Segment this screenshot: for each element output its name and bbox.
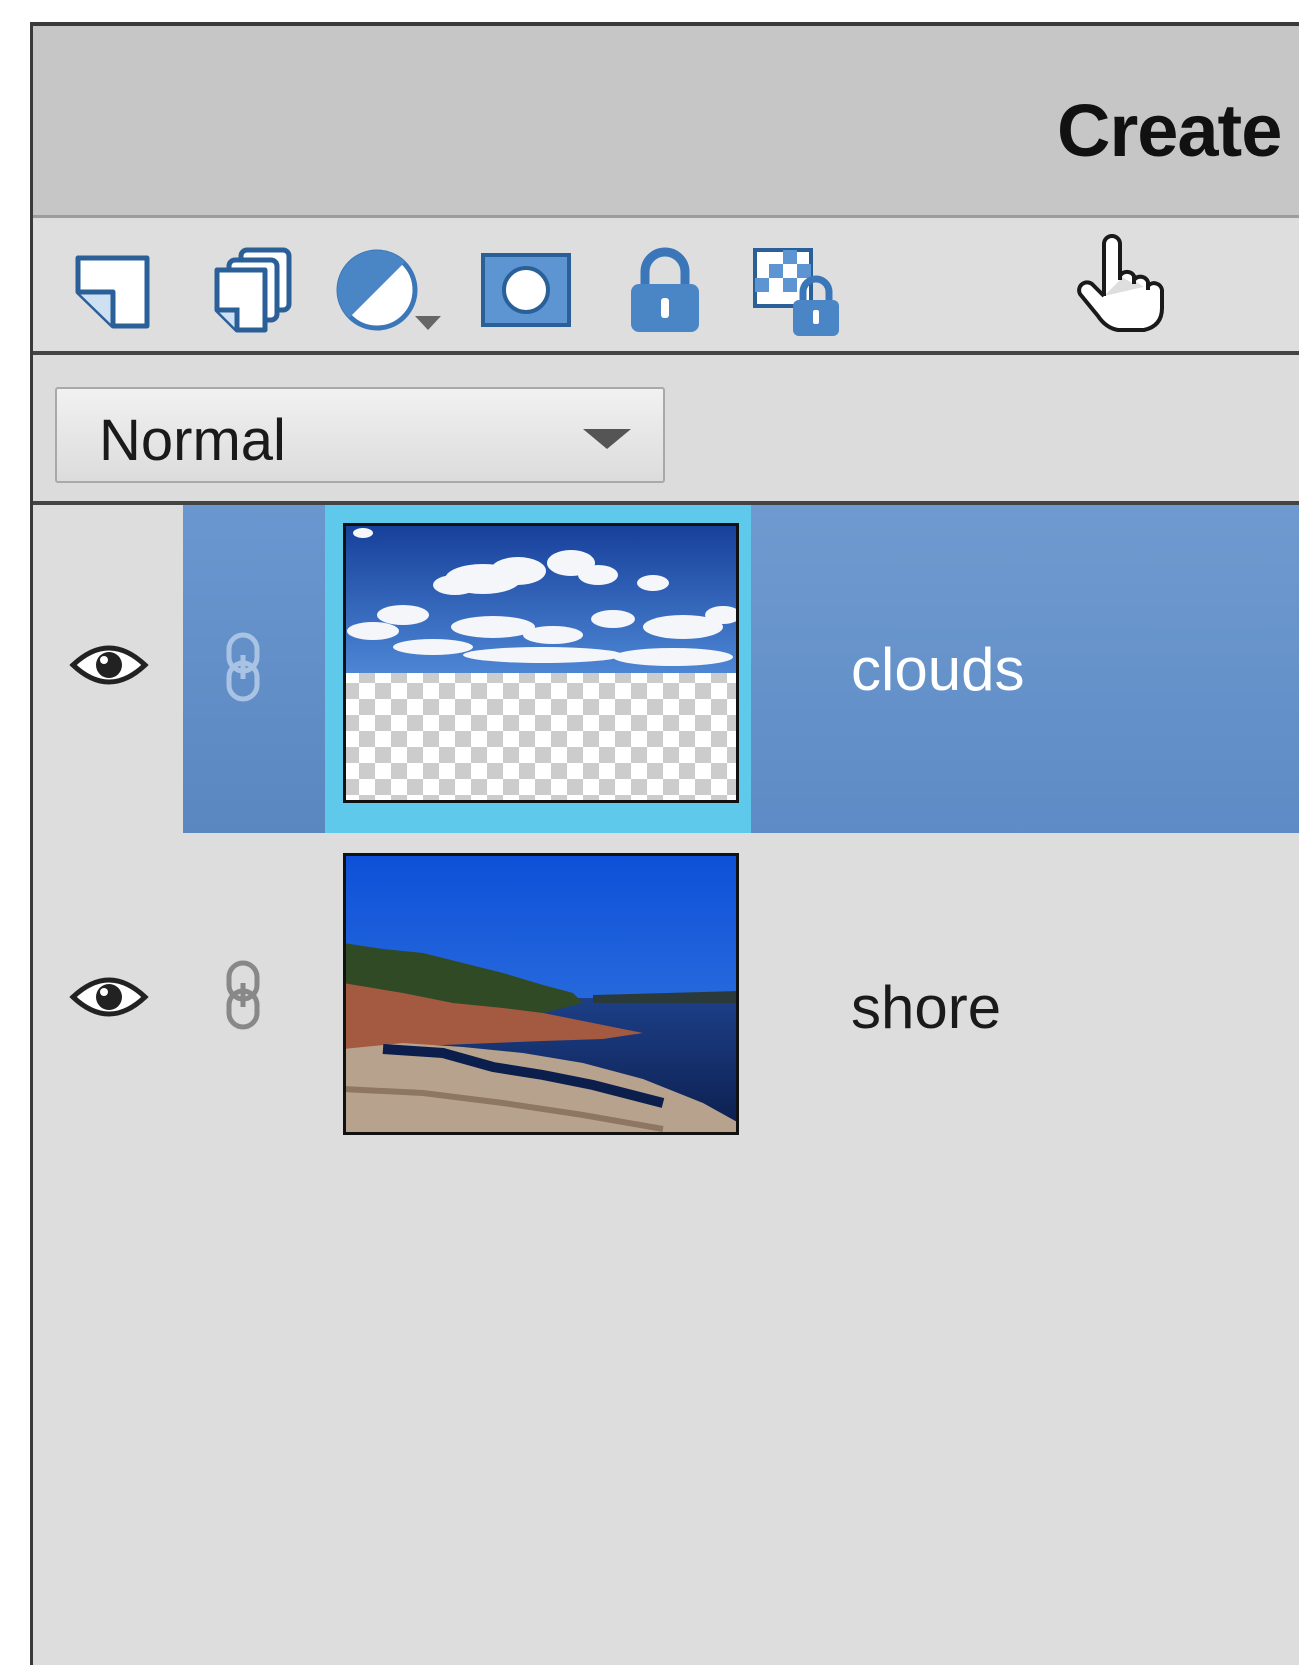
chain-link-icon [226, 960, 260, 1030]
chevron-down-icon [583, 429, 631, 449]
layer-name[interactable]: shore [851, 973, 1001, 1042]
hand-cursor-icon [1077, 234, 1164, 332]
visibility-toggle[interactable] [69, 969, 149, 1025]
visibility-toggle[interactable] [69, 637, 149, 693]
layer-link-button[interactable] [221, 959, 265, 1031]
eye-icon [69, 977, 149, 1017]
new-layer-icon [75, 255, 150, 329]
lock-transparent-button[interactable] [745, 240, 855, 340]
layer-thumbnail[interactable] [343, 523, 741, 803]
panel-header: Create [33, 26, 1299, 218]
layer-name[interactable]: clouds [851, 635, 1024, 704]
shore-thumbnail-image [342, 853, 739, 1135]
layer-row-shore[interactable]: shore [33, 833, 1299, 1163]
panel-title: Create [1057, 89, 1282, 172]
adjustment-layer-icon [336, 249, 441, 331]
lock-all-button[interactable] [613, 240, 723, 340]
blend-mode-value: Normal [99, 408, 286, 473]
pointer-hand-cursor [1070, 230, 1170, 334]
blend-mode-dropdown[interactable]: Normal [55, 387, 665, 483]
clouds-thumbnail-image [343, 523, 741, 803]
layer-thumbnail[interactable] [342, 853, 739, 1135]
layer-row-clouds[interactable]: clouds [33, 505, 1299, 833]
new-group-button[interactable] [201, 240, 311, 340]
adjustment-layer-button[interactable] [331, 240, 441, 340]
lock-all-icon [631, 247, 699, 332]
eye-icon [69, 645, 149, 685]
layer-link-button[interactable] [221, 631, 265, 703]
layer-mask-button[interactable] [473, 240, 583, 340]
blend-options-row: Normal [33, 355, 1299, 505]
chain-link-icon [226, 632, 260, 702]
new-layer-button[interactable] [63, 240, 173, 340]
empty-layers-area [33, 1163, 1299, 1665]
new-group-icon [214, 247, 292, 333]
layer-mask-icon [481, 253, 571, 327]
lock-transparent-icon [753, 248, 839, 336]
